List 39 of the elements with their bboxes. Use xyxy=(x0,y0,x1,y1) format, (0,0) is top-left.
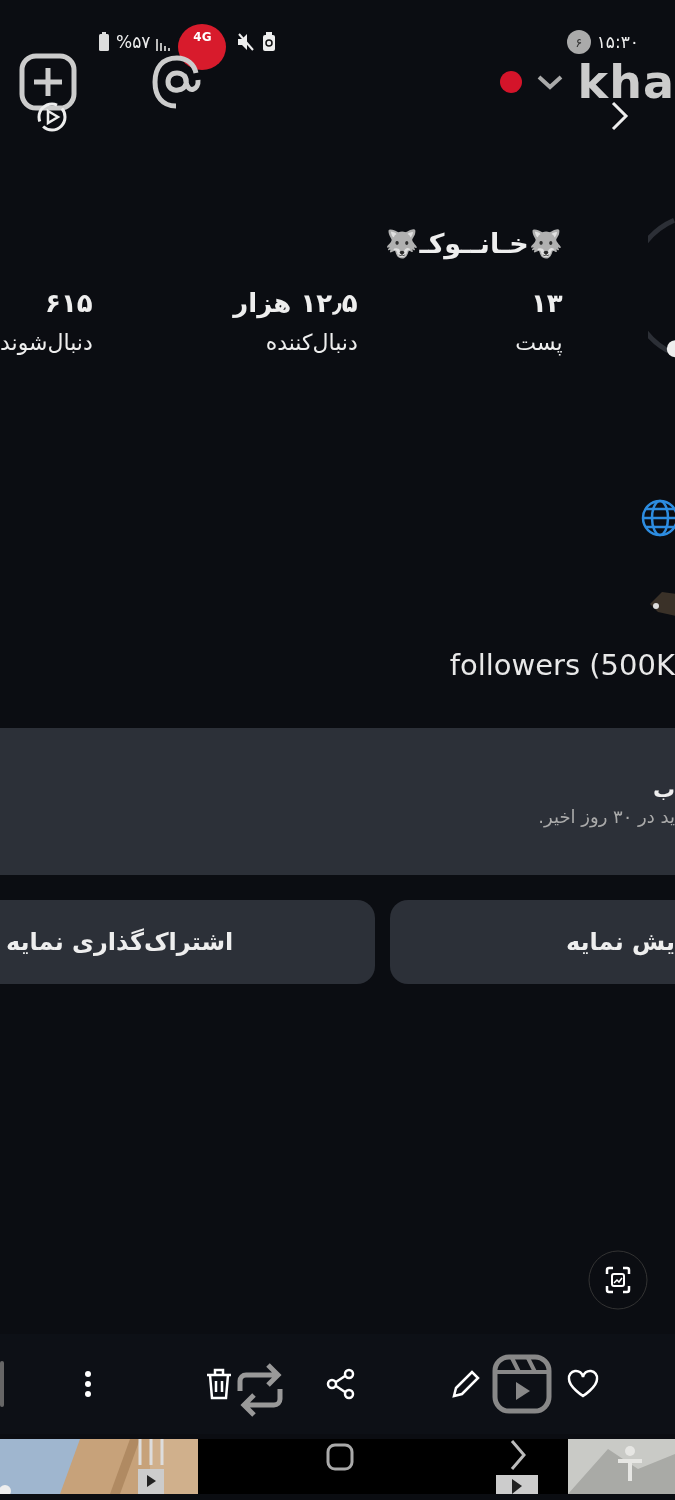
stat-value: ۶۱۵ xyxy=(45,288,93,318)
battery-saver-icon xyxy=(262,32,277,52)
pencil-icon[interactable] xyxy=(450,1368,482,1400)
username[interactable]: kha xyxy=(577,57,675,107)
recent-apps-icon[interactable] xyxy=(136,1439,166,1494)
stat-value: ۱۲٫۵ هزار xyxy=(233,288,358,318)
stat-label[interactable]: دنبال‌کننده xyxy=(265,330,358,355)
scan-image-icon[interactable] xyxy=(588,1250,648,1310)
reels-loop-icon xyxy=(35,100,69,134)
card-title: ب xyxy=(652,776,675,802)
reels-icon[interactable] xyxy=(492,1354,552,1414)
heart-icon[interactable] xyxy=(566,1369,600,1399)
share-icon[interactable] xyxy=(326,1368,356,1400)
network-badge: 4G xyxy=(178,24,227,70)
card-subtitle: ید در ۳۰ روز اخیر. xyxy=(538,805,675,827)
profile-name: 🐺خـانــوکـ🐺 xyxy=(384,228,564,260)
dashboard-card[interactable]: ب ید در ۳۰ روز اخیر. xyxy=(0,728,675,875)
threads-icon[interactable] xyxy=(150,54,202,110)
clock-time: ۱۵:۳۰ xyxy=(596,32,639,52)
profile-button[interactable]: اشتراک‌گذاری نمایه xyxy=(0,900,375,984)
add-post-icon[interactable] xyxy=(18,52,78,112)
battery-icon xyxy=(98,32,110,52)
stat-value: ۱۳ xyxy=(530,288,563,318)
chevron-down-icon[interactable] xyxy=(535,74,564,90)
chevron-right-icon[interactable] xyxy=(610,100,630,132)
globe-icon xyxy=(640,498,675,538)
back-icon[interactable] xyxy=(494,1439,540,1494)
notification-count: ۶ xyxy=(566,30,591,54)
mute-icon xyxy=(236,32,257,52)
more-icon[interactable] xyxy=(84,1370,92,1398)
battery-percent: %۵۷ xyxy=(116,32,151,52)
home-icon[interactable] xyxy=(325,1442,355,1472)
profile-button[interactable]: یش نمایه xyxy=(390,900,675,984)
edge-handle-icon[interactable] xyxy=(0,1361,6,1407)
bio-text: followers (500K xyxy=(449,648,675,682)
live-dot-icon xyxy=(499,71,522,93)
trash-icon[interactable] xyxy=(204,1367,234,1401)
stat-label[interactable]: دنبال‌شوند xyxy=(0,330,93,355)
stat-label[interactable]: پست xyxy=(515,330,563,355)
